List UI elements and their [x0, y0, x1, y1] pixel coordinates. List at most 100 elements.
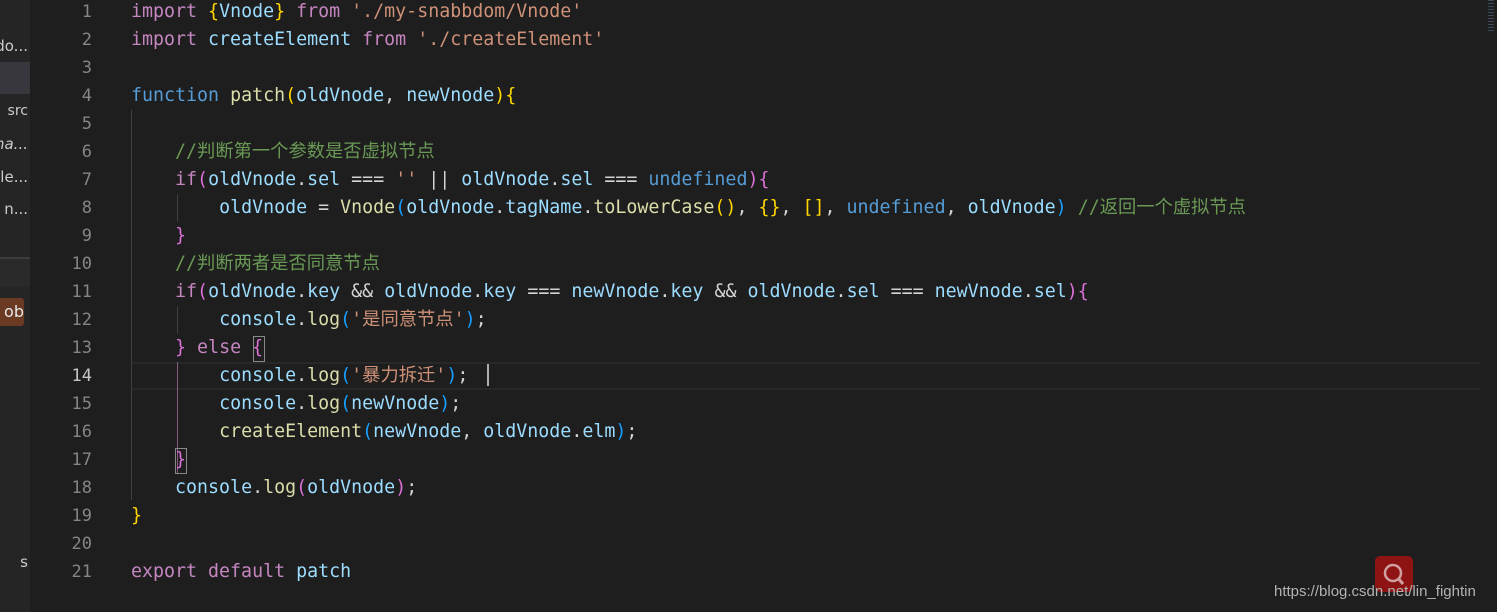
code-line[interactable]: if(oldVnode.key && oldVnode.key === newV… — [131, 280, 1089, 308]
code-token: ; — [626, 421, 638, 442]
code-token: key — [483, 281, 517, 302]
code-token: ) — [439, 393, 451, 414]
line-number: 13 — [71, 338, 92, 358]
code-line[interactable]: } — [131, 504, 142, 532]
code-line[interactable]: createElement(newVnode, oldVnode.elm); — [131, 420, 637, 448]
code-line[interactable]: console.log('暴力拆迁'); — [131, 364, 468, 392]
code-line[interactable]: } — [131, 448, 186, 476]
line-number: 8 — [81, 198, 92, 218]
code-token: . — [296, 169, 308, 190]
code-line[interactable]: //判断第一个参数是否虚拟节点 — [131, 140, 435, 168]
code-line[interactable]: //判断两者是否同意节点 — [131, 252, 380, 280]
code-token: newVnode — [406, 85, 495, 106]
code-token: oldVnode — [307, 477, 396, 498]
code-token: . — [1022, 281, 1034, 302]
line-number: 3 — [81, 58, 92, 78]
line-number: 15 — [71, 394, 92, 414]
code-token: from — [351, 29, 418, 50]
code-line[interactable]: export default patch — [131, 560, 351, 588]
code-line[interactable]: } — [131, 224, 186, 252]
line-number: 20 — [71, 534, 92, 554]
explorer-item[interactable]: n... — [4, 200, 28, 218]
code-token: ( — [197, 169, 209, 190]
code-token: . — [296, 393, 308, 414]
code-token: tagName — [505, 197, 583, 218]
code-token: oldVnode — [406, 197, 495, 218]
code-token: function — [131, 85, 231, 106]
code-line[interactable]: import {Vnode} from './my-snabbdom/Vnode… — [131, 0, 582, 28]
code-line[interactable]: oldVnode = Vnode(oldVnode.tagName.toLowe… — [131, 196, 1246, 224]
code-token: . — [659, 281, 671, 302]
code-token: ) — [1066, 281, 1078, 302]
code-token: oldVnode — [483, 421, 572, 442]
code-token: export default — [131, 561, 297, 582]
code-token: if — [175, 169, 198, 190]
code-token: //返回一个虚拟节点 — [1077, 197, 1246, 218]
code-token: && — [703, 281, 748, 302]
explorer-item[interactable]: do... — [0, 37, 28, 55]
code-token: else — [186, 337, 253, 358]
line-number: 14 — [71, 366, 92, 386]
line-number: 4 — [81, 86, 92, 106]
explorer-item[interactable]: src — [8, 103, 28, 119]
branch-badge[interactable]: ob — [0, 298, 24, 326]
code-token: log — [263, 477, 297, 498]
code-token: === — [879, 281, 935, 302]
code-line[interactable]: if(oldVnode.sel === '' || oldVnode.sel =… — [131, 168, 769, 196]
code-token: ) — [1055, 197, 1067, 218]
code-token: } — [175, 337, 187, 358]
code-token: ) — [464, 309, 476, 330]
sidebar-text: s — [20, 553, 28, 571]
code-token: Vnode — [340, 197, 396, 218]
code-token: if — [175, 281, 198, 302]
code-token: undefined — [846, 197, 946, 218]
code-token: && — [340, 281, 385, 302]
code-line[interactable]: import createElement from './createEleme… — [131, 28, 604, 56]
explorer-item[interactable]: na... — [0, 135, 28, 153]
code-token: , — [384, 85, 407, 106]
code-line[interactable]: } else { — [131, 336, 263, 364]
line-number: 17 — [71, 450, 92, 470]
code-token: './my-snabbdom/Vnode' — [351, 1, 583, 22]
code-line[interactable]: function patch(oldVnode, newVnode){ — [131, 84, 516, 112]
code-token: oldVnode — [967, 197, 1056, 218]
code-token: ( — [340, 393, 352, 414]
code-token: console — [219, 365, 297, 386]
code-token: , — [461, 421, 484, 442]
line-number: 10 — [71, 254, 92, 274]
code-token: elm — [582, 421, 616, 442]
line-number: 11 — [71, 282, 92, 302]
selected-row[interactable] — [0, 62, 30, 94]
line-number: 12 — [71, 310, 92, 330]
minimap[interactable] — [1488, 0, 1494, 32]
code-token: createElement — [208, 29, 352, 50]
code-token: ) — [395, 477, 407, 498]
code-token: from — [285, 1, 352, 22]
code-line[interactable]: console.log('是同意节点'); — [131, 308, 487, 336]
explorer-item[interactable]: le... — [0, 168, 28, 186]
panel-header[interactable] — [0, 259, 30, 287]
code-token: patch — [296, 561, 352, 582]
code-token: Vnode — [219, 1, 275, 22]
code-line[interactable]: console.log(newVnode); — [131, 392, 461, 420]
code-token: import — [131, 29, 209, 50]
code-token: log — [307, 309, 341, 330]
code-token: sel — [846, 281, 880, 302]
code-token: ( — [285, 85, 297, 106]
code-token: newVnode — [351, 393, 440, 414]
watermark-text: https://blog.csdn.net/lin_fightin — [1274, 583, 1476, 600]
code-token: } — [175, 449, 187, 470]
code-token: ; — [475, 309, 487, 330]
code-line[interactable]: console.log(oldVnode); — [131, 476, 417, 504]
